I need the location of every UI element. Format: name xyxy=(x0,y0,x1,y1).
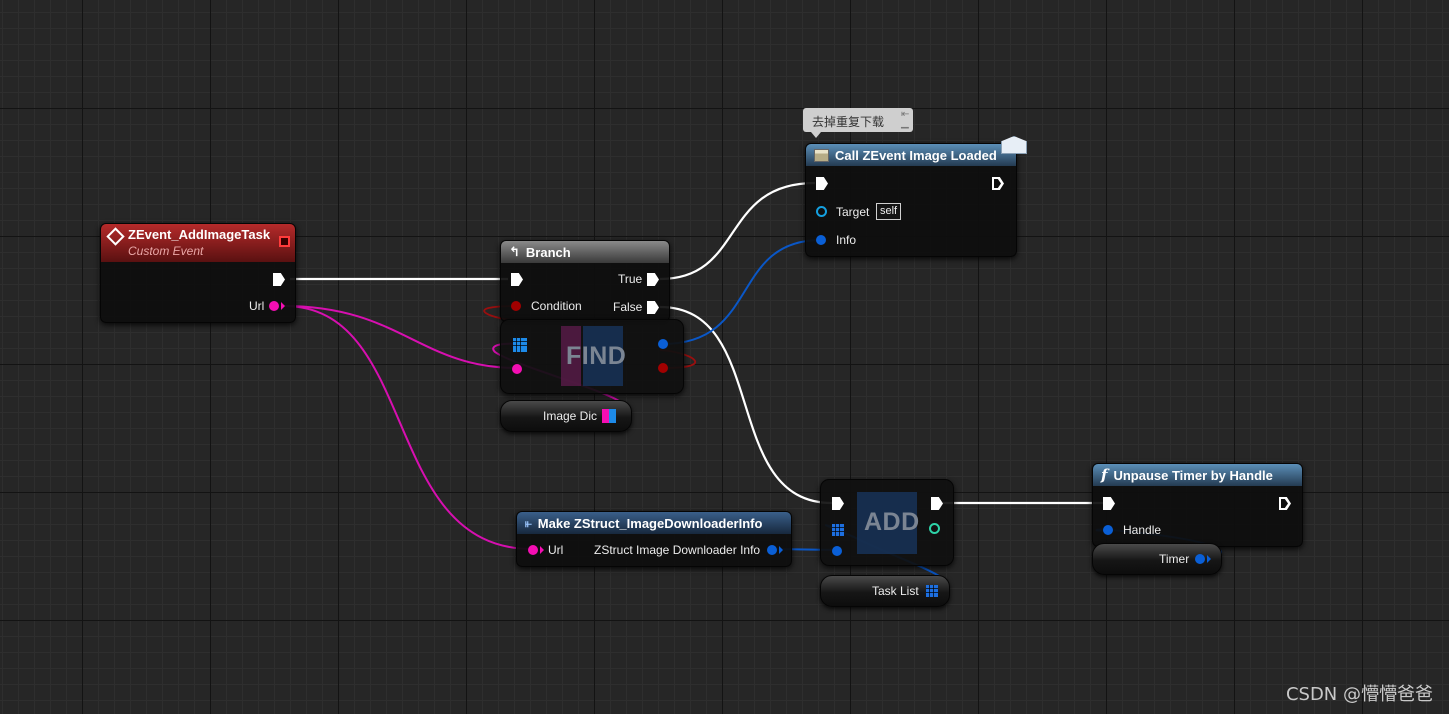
branch-true-pin[interactable] xyxy=(647,273,659,286)
make-struct-output-arrow-icon xyxy=(779,546,783,554)
find-map-in-pin[interactable] xyxy=(513,338,527,352)
custom-event-subtitle: Custom Event xyxy=(128,244,204,258)
make-struct-url-arrow-icon xyxy=(540,546,544,554)
call-event-title: Call ZEvent Image Loaded xyxy=(835,147,997,163)
watermark: CSDN @懵懵爸爸 xyxy=(1285,684,1433,705)
call-exec-in-pin[interactable] xyxy=(816,177,828,190)
branch-header[interactable]: ↰ Branch xyxy=(501,241,669,263)
branch-false-pin[interactable] xyxy=(647,301,659,314)
make-struct-output-pin[interactable] xyxy=(767,545,777,555)
call-info-pin[interactable] xyxy=(816,235,826,245)
branch-false-label: False xyxy=(613,300,643,314)
branch-title: Branch xyxy=(525,244,571,260)
exec-wire-false-to-add xyxy=(659,305,833,505)
make-struct-output-label: ZStruct Image Downloader Info xyxy=(594,543,761,557)
branch-condition-pin[interactable] xyxy=(511,301,521,311)
call-target-default[interactable]: self xyxy=(876,203,902,220)
unpause-handle-label: Handle xyxy=(1123,523,1162,537)
info-wire xyxy=(662,239,822,345)
branch-exec-in-pin[interactable] xyxy=(511,273,523,286)
branch-condition-label: Condition xyxy=(531,299,582,313)
add-exec-in-pin[interactable] xyxy=(832,497,844,510)
find-value-out-pin[interactable] xyxy=(658,339,668,349)
wire-layer xyxy=(283,181,1222,592)
add-array-in-pin[interactable] xyxy=(832,524,844,536)
make-struct-icon: ⫦ xyxy=(525,515,532,530)
timer-label: Timer xyxy=(1159,552,1190,566)
timer-out-arrow-icon xyxy=(1207,555,1211,563)
comment-bubble[interactable]: 去掉重复下载 ⇤ ▁ xyxy=(803,108,913,138)
custom-event-node[interactable]: ZEvent_AddImageTask Custom Event Url xyxy=(100,223,296,323)
make-struct-url-label: Url xyxy=(548,543,564,557)
find-node[interactable]: FIND xyxy=(500,319,684,394)
url-wire-to-find xyxy=(283,305,518,369)
branch-true-label: True xyxy=(618,272,643,286)
call-function-icon xyxy=(814,148,829,162)
branch-node[interactable]: ↰ Branch True Condition False xyxy=(500,240,670,322)
add-exec-out-pin[interactable] xyxy=(931,497,943,510)
delegate-pin-icon[interactable] xyxy=(279,236,290,247)
call-target-label: Target xyxy=(836,205,870,219)
image-dic-variable-node[interactable]: Image Dic xyxy=(500,400,632,432)
exec-wire-true-to-call xyxy=(659,181,816,281)
make-struct-title: Make ZStruct_ImageDownloaderInfo xyxy=(537,515,763,531)
unpause-timer-header[interactable]: f Unpause Timer by Handle xyxy=(1093,464,1302,486)
unpause-handle-pin[interactable] xyxy=(1103,525,1113,535)
call-exec-out-pin[interactable] xyxy=(992,177,1004,190)
add-item-in-pin[interactable] xyxy=(832,546,842,556)
timer-out-pin[interactable] xyxy=(1195,554,1205,564)
call-event-header[interactable]: Call ZEvent Image Loaded xyxy=(806,144,1016,166)
unpause-exec-out-pin[interactable] xyxy=(1279,497,1291,510)
timer-variable-node[interactable]: Timer xyxy=(1092,543,1222,575)
event-diamond-icon xyxy=(106,227,125,246)
add-title: ADD xyxy=(864,508,920,536)
make-struct-node[interactable]: ⫦ Make ZStruct_ImageDownloaderInfo Url Z… xyxy=(516,511,792,567)
call-event-node[interactable]: Call ZEvent Image Loaded Target self Inf… xyxy=(805,136,1027,257)
unpause-timer-title: Unpause Timer by Handle xyxy=(1113,467,1273,483)
image-dic-map-pin[interactable] xyxy=(602,409,616,423)
unpause-exec-in-pin[interactable] xyxy=(1103,497,1115,510)
make-struct-url-pin[interactable] xyxy=(528,545,538,555)
branch-icon: ↰ xyxy=(509,244,520,259)
event-url-arrow-icon xyxy=(281,302,285,310)
add-index-out-pin[interactable] xyxy=(929,523,940,534)
find-key-in-pin[interactable] xyxy=(512,364,522,374)
add-node[interactable]: ADD xyxy=(820,479,954,566)
url-wire-to-make xyxy=(283,305,533,550)
unpause-timer-node[interactable]: f Unpause Timer by Handle Handle xyxy=(1092,463,1303,547)
task-list-array-pin[interactable] xyxy=(926,585,938,597)
event-url-pin[interactable] xyxy=(269,301,279,311)
event-url-label: Url xyxy=(249,299,265,313)
find-bool-out-pin[interactable] xyxy=(658,363,668,373)
make-struct-header[interactable]: ⫦ Make ZStruct_ImageDownloaderInfo xyxy=(517,512,791,534)
custom-event-title: ZEvent_AddImageTask xyxy=(128,227,271,242)
event-exec-out-pin[interactable] xyxy=(273,273,285,286)
call-target-pin[interactable] xyxy=(816,206,827,217)
image-dic-label: Image Dic xyxy=(543,409,598,423)
comment-pin-icon[interactable]: ⇤ ▁ xyxy=(901,110,910,129)
custom-event-header[interactable]: ZEvent_AddImageTask Custom Event xyxy=(101,224,295,262)
function-f-icon: f xyxy=(1101,466,1108,484)
call-info-label: Info xyxy=(836,233,857,247)
find-title: FIND xyxy=(566,342,627,370)
task-list-label: Task List xyxy=(872,584,919,598)
task-list-variable-node[interactable]: Task List xyxy=(820,575,950,607)
comment-text: 去掉重复下载 xyxy=(812,115,885,129)
